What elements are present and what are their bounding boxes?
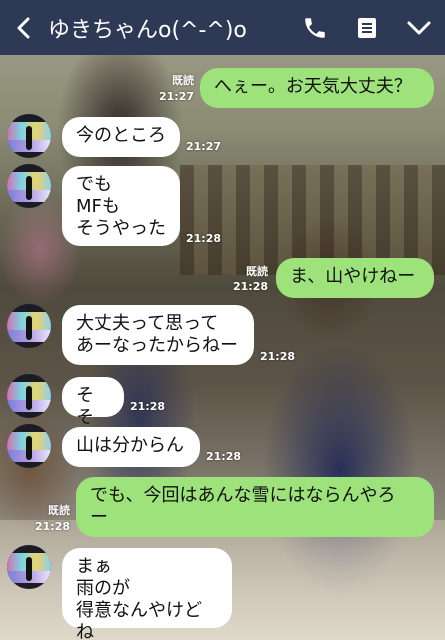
message-time: 21:28 [130, 400, 166, 413]
notes-button[interactable] [341, 0, 393, 55]
message-time: 21:28 [260, 350, 296, 363]
outgoing-message[interactable]: へぇー。お天気大丈夫？ [200, 68, 434, 108]
message-time: 21:28 [186, 232, 222, 245]
avatar[interactable] [7, 114, 51, 158]
outgoing-message[interactable]: でも、今回はあんな雪にはならんやろ ー [76, 477, 434, 537]
message-time: 21:28 [34, 520, 70, 533]
avatar[interactable] [7, 164, 51, 208]
incoming-message[interactable]: まぁ 雨のが 得意なんやけどね [62, 548, 232, 640]
avatar[interactable] [7, 545, 51, 589]
read-receipt: 既読 [246, 265, 268, 278]
back-arrow-icon [17, 17, 30, 38]
message-time: 21:28 [206, 450, 242, 463]
incoming-message[interactable]: そそ [62, 377, 124, 428]
chat-title[interactable]: ゆきちゃんo(^-^)o [48, 12, 289, 44]
incoming-message[interactable]: 山は分からん [62, 427, 200, 467]
chat-header: ゆきちゃんo(^-^)o [0, 0, 445, 55]
read-receipt: 既読 [172, 74, 194, 87]
back-button[interactable] [0, 0, 48, 55]
call-button[interactable] [289, 0, 341, 55]
phone-icon [305, 17, 325, 38]
message-time: 21:28 [232, 280, 268, 293]
outgoing-message[interactable]: ま、山やけねー [276, 258, 434, 298]
note-icon [358, 17, 376, 38]
incoming-message[interactable]: でも MFも そうやった [62, 166, 180, 246]
menu-toggle-button[interactable] [393, 0, 445, 55]
incoming-message[interactable]: 今のところ [62, 117, 180, 157]
message-time: 21:27 [158, 90, 194, 103]
read-receipt: 既読 [48, 504, 70, 517]
avatar[interactable] [7, 304, 51, 348]
incoming-message[interactable]: 大丈夫って思って あーなったからねー [62, 305, 254, 365]
message-time: 21:27 [186, 140, 222, 153]
avatar[interactable] [7, 374, 51, 418]
chevron-down-icon [407, 21, 431, 34]
avatar[interactable] [7, 424, 51, 468]
